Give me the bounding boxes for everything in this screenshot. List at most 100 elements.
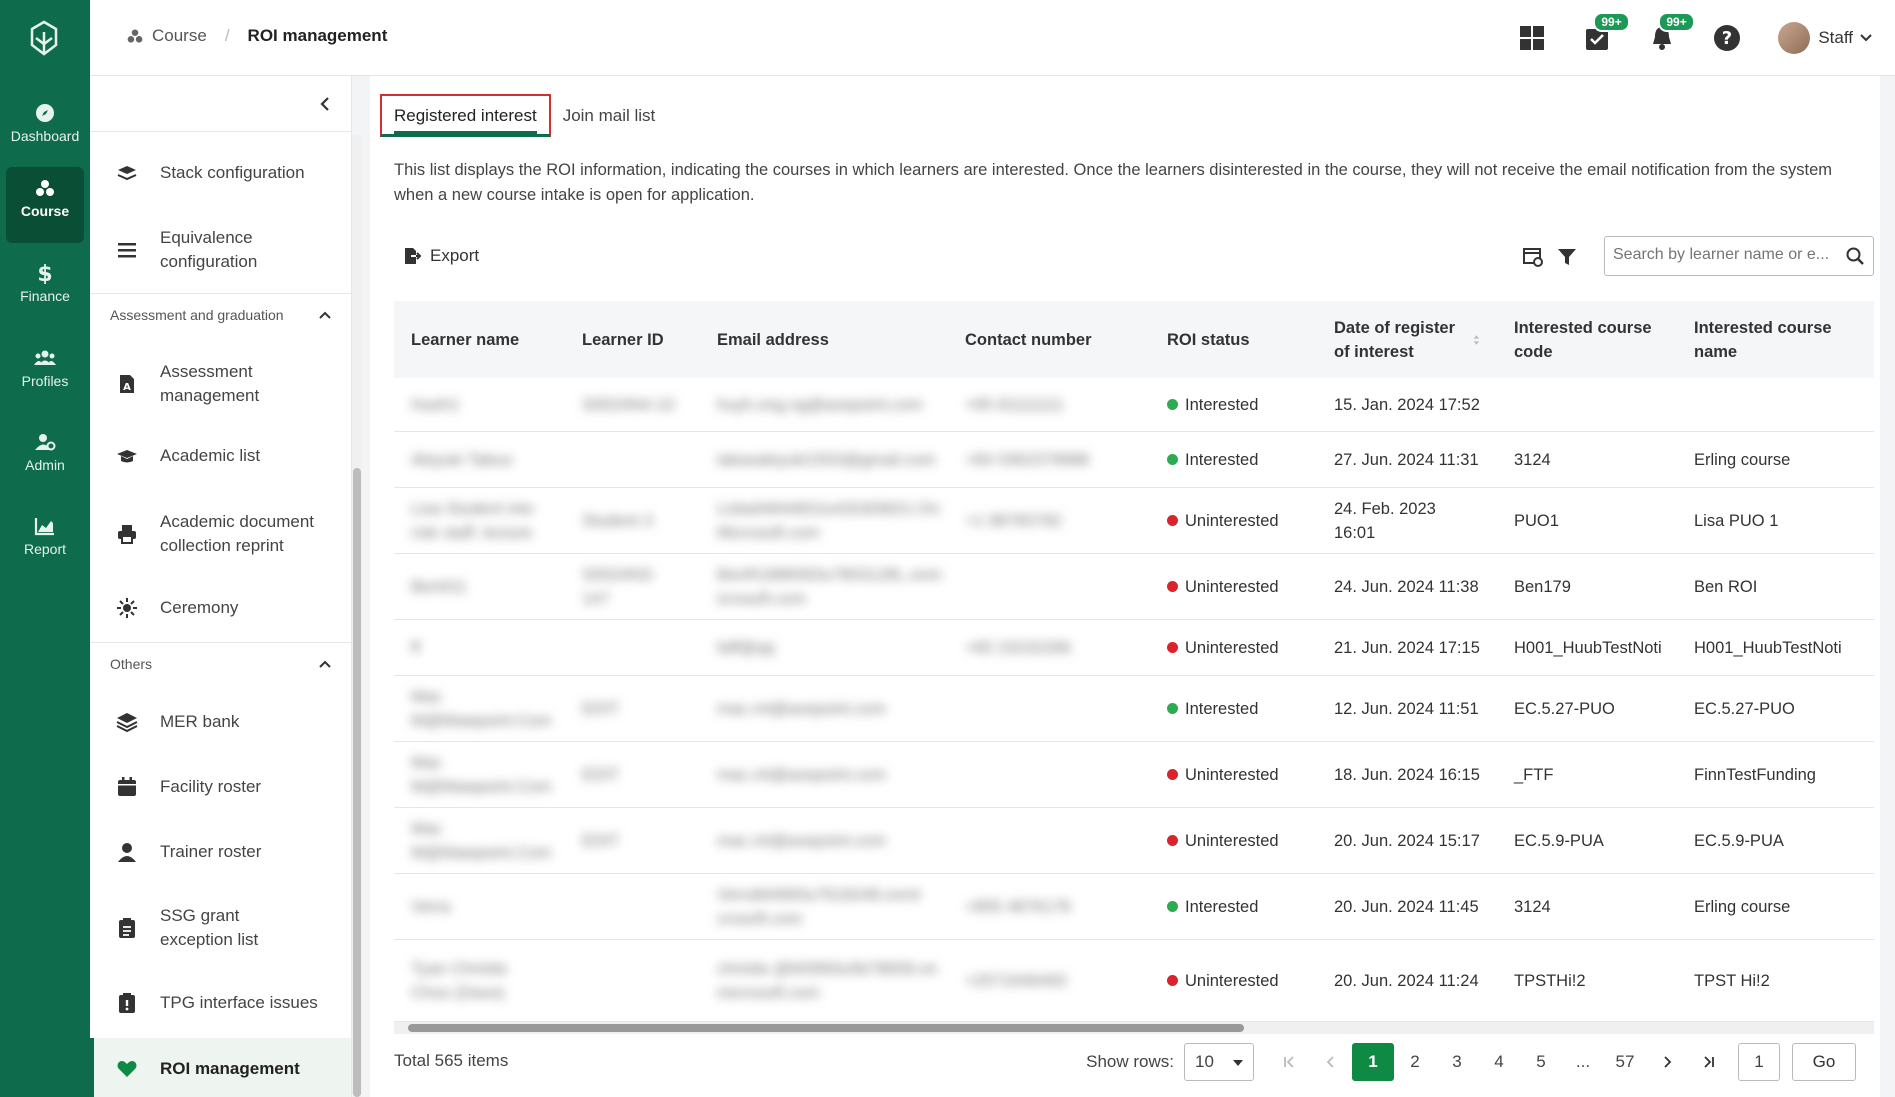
table-row[interactable]: Verra VerraM4993u7618248.onmi crosoft.com… [394,874,1874,940]
caret-down-icon [1233,1060,1243,1066]
rail-item-admin[interactable]: Admin [6,421,84,497]
status-dot-icon [1167,515,1178,526]
nav-item-academic-list[interactable]: Academic list [90,436,351,476]
first-page-button[interactable] [1268,1043,1310,1081]
prev-page-button[interactable] [1310,1043,1352,1081]
breadcrumb-root[interactable]: Course [152,26,207,46]
table-row[interactable]: Mac M@Mawpoint.Com EDIT mac.mt@axepoint.co… [394,676,1874,742]
column-settings-icon[interactable] [1522,246,1544,268]
secondary-nav: Stack configuration Equivalence configur… [90,76,352,1097]
table-row[interactable]: Mac M@Mawpoint.Com EDIT mac.mt@axepoint.co… [394,742,1874,808]
show-rows-label: Show rows: [1086,1052,1174,1071]
user-name: Staff [1818,28,1853,47]
help-icon[interactable]: ? [1713,24,1741,52]
rail-item-profiles[interactable]: Profiles [6,337,84,413]
column-header-roi-status[interactable]: ROI status [1150,328,1317,352]
page-button[interactable]: 5 [1520,1043,1562,1081]
export-button[interactable]: Export [402,246,479,266]
nav-item-mer-bank[interactable]: MER bank [90,702,351,742]
column-header-course-code[interactable]: Interested course code [1497,316,1677,364]
table-row[interactable]: Tyan Christie Choo (Dave) christie.@M3993… [394,940,1874,1022]
table-row[interactable]: Hueh1 S0024N4-10 huyh.ong.ng@axepoint.com +… [394,378,1874,432]
status-dot-icon [1167,835,1178,846]
nav-item-academic-document-collection-reprint[interactable]: Academic document collection reprint [90,506,351,562]
nav-item-ceremony[interactable]: Ceremony [90,588,351,628]
table-row[interactable]: Ben011 S0024N3-147 BenR1886583u7803128L.on… [394,554,1874,620]
last-page-button[interactable] [1688,1043,1730,1081]
column-header-contact[interactable]: Contact number [948,328,1150,352]
rail-item-course[interactable]: Course [6,167,84,243]
double-chevron-left-icon [1284,1056,1294,1068]
table-row[interactable]: Lisa Student into role staff, lecture Stu… [394,488,1874,554]
page-ellipsis: ... [1575,1052,1591,1071]
compass-icon [36,104,54,122]
table-header: Learner name Learner ID Email address Co… [394,301,1874,378]
nav-scrollbar-thumb[interactable] [353,468,361,1097]
page-button[interactable]: 2 [1394,1043,1436,1081]
table-row[interactable]: ff faff@qq +65 23232266 Uninterested 21. Jun… [394,620,1874,676]
nav-scrollbar[interactable] [352,135,362,1097]
rail-label: Dashboard [10,128,80,144]
user-menu[interactable]: Staff [1778,22,1873,54]
cell-course-name: Ben ROI [1694,577,1758,596]
nav-item-roi-management[interactable]: ROI management [90,1038,351,1097]
nav-item-ssg-grant-exception-list[interactable]: SSG grant exception list [90,900,351,956]
column-header-course-name[interactable]: Interested course name [1677,316,1874,364]
status-text: Uninterested [1185,971,1279,990]
cell-learner-name: ff [411,638,420,657]
table-row[interactable]: Mac M@Mawpoint.Com EDIT mac.mt@axepoint.co… [394,808,1874,874]
rail-item-finance[interactable]: $ Finance [6,252,84,328]
search-icon[interactable] [1845,246,1865,266]
status-text: Uninterested [1185,577,1279,596]
collapse-sidebar-icon[interactable] [315,94,335,114]
table-horizontal-scrollbar[interactable] [394,1022,1874,1034]
filter-icon[interactable] [1556,246,1578,268]
horizontal-scrollbar-thumb[interactable] [408,1024,1244,1032]
next-page-button[interactable] [1646,1043,1688,1081]
rows-per-page-value: 10 [1195,1052,1214,1071]
page-button[interactable]: 4 [1478,1043,1520,1081]
nav-item-assessment-management[interactable]: A Assessment management [90,356,351,412]
table-row[interactable]: Akiyuki Tabuo takasakiyuki1503@gmail.com +… [394,432,1874,488]
notifications-button[interactable]: 99+ [1648,12,1695,52]
nav-item-trainer-roster[interactable]: Trainer roster [90,832,351,872]
cell-date: 24. Jun. 2024 11:38 [1334,577,1479,596]
app-logo-icon[interactable] [24,18,64,58]
column-header-learner-id[interactable]: Learner ID [565,328,700,352]
cell-date: 27. Jun. 2024 11:31 [1334,450,1479,469]
cell-course-name: EC.5.9-PUA [1694,831,1784,850]
nav-section-others[interactable]: Others [90,642,351,684]
user-icon [118,843,136,862]
sort-icon[interactable] [1473,331,1480,349]
page-button[interactable]: 1 [1352,1043,1394,1081]
nav-item-stack-configuration[interactable]: Stack configuration [90,153,351,193]
breadcrumb-separator: / [224,26,230,45]
apps-grid-icon[interactable] [1518,24,1546,52]
rail-item-dashboard[interactable]: Dashboard [6,92,84,168]
column-header-date[interactable]: Date of register of interest [1317,316,1497,364]
tab-registered-interest[interactable]: Registered interest [380,94,551,137]
nav-item-equivalence-configuration[interactable]: Equivalence configuration [90,222,351,278]
column-header-learner-name[interactable]: Learner name [394,328,565,352]
cell-roi-status: Uninterested [1150,636,1317,660]
tasks-button[interactable]: 99+ [1583,12,1630,52]
rows-per-page-select[interactable]: 10 [1184,1043,1254,1081]
roi-table: Learner name Learner ID Email address Co… [394,301,1874,1022]
nav-item-tpg-interface-issues[interactable]: TPG interface issues [90,983,351,1023]
nav-item-facility-roster[interactable]: Facility roster [90,767,351,807]
nav-section-assessment-and-graduation[interactable]: Assessment and graduation [90,293,351,335]
cell-email: BenR1886583u7803128L.onm icrosoft.com [717,565,942,608]
nav-section-label: Others [110,655,153,672]
cell-course-code: Ben179 [1514,577,1571,596]
tab-join-mail-list[interactable]: Join mail list [551,94,668,137]
tab-label: Registered interest [394,106,537,134]
rail-item-report[interactable]: Report [6,505,84,581]
page-button[interactable]: 3 [1436,1043,1478,1081]
search-input[interactable] [1613,237,1843,273]
page-button[interactable]: 57 [1604,1043,1646,1081]
status-dot-icon [1167,975,1178,986]
goto-page-input[interactable]: 1 [1738,1043,1780,1081]
column-header-email[interactable]: Email address [700,328,948,352]
menu-lines-icon [118,243,136,258]
go-button[interactable]: Go [1792,1043,1856,1081]
